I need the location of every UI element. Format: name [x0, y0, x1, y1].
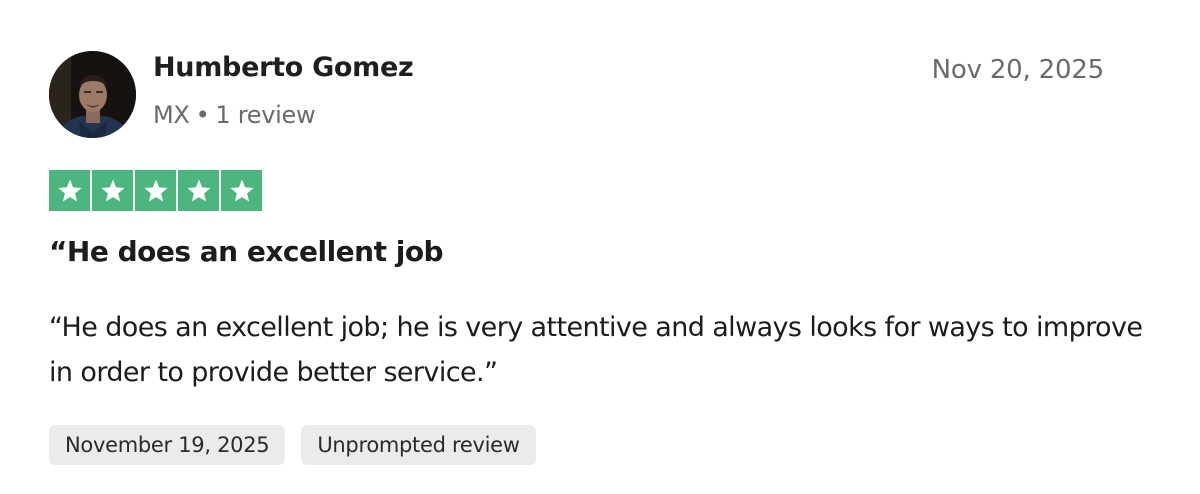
review-card: Humberto Gomez MX • 1 review Nov 20, 2025 …	[0, 0, 1200, 494]
star-1	[49, 170, 90, 211]
meta-separator: •	[195, 101, 210, 129]
star-icon	[143, 179, 168, 201]
review-title[interactable]: “He does an excellent job	[49, 235, 444, 268]
star-rating	[49, 170, 262, 211]
reviewer-country: MX	[153, 101, 190, 129]
star-2	[92, 170, 133, 211]
star-icon	[57, 179, 82, 201]
review-body: “He does an excellent job; he is very at…	[49, 312, 1143, 388]
reviewer-review-count[interactable]: 1 review	[215, 101, 315, 129]
reviewer-meta: MX • 1 review	[153, 101, 316, 129]
star-4	[178, 170, 219, 211]
avatar-photo	[49, 51, 136, 138]
experience-date-tag: November 19, 2025	[49, 425, 286, 465]
star-3	[135, 170, 176, 211]
star-5	[221, 170, 262, 211]
star-icon	[186, 179, 211, 201]
reviewer-name[interactable]: Humberto Gomez	[153, 52, 414, 83]
review-tags: November 19, 2025 Unprompted review	[49, 425, 536, 465]
avatar[interactable]	[49, 51, 136, 138]
star-icon	[100, 179, 125, 201]
unprompted-review-tag[interactable]: Unprompted review	[301, 425, 536, 465]
star-icon	[229, 179, 254, 201]
review-date: Nov 20, 2025	[931, 55, 1105, 85]
